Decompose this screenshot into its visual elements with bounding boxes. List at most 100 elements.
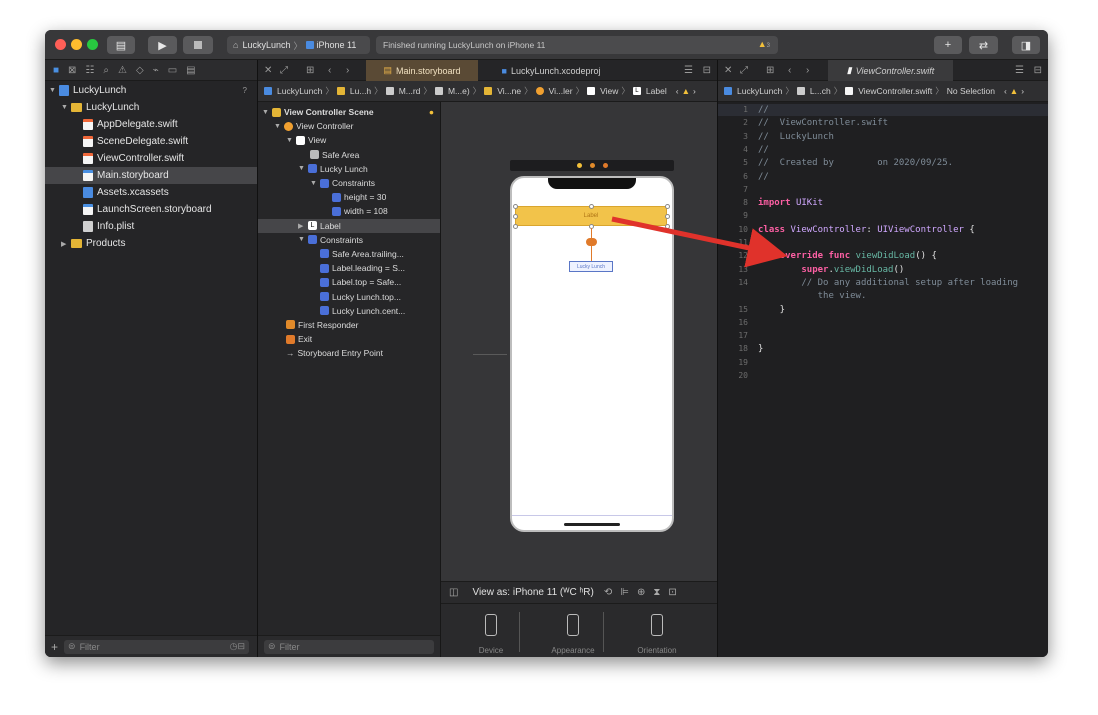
tab-main-storyboard[interactable]: ▤ Main.storyboard <box>366 60 478 81</box>
storyboard-canvas[interactable]: Label Lucky Lunch ◫ View as: iPhone 11 (… <box>441 102 717 657</box>
add-constraints-icon[interactable]: ⊕ <box>637 587 645 598</box>
warning-icon[interactable]: ▲ <box>1010 86 1018 96</box>
breadcrumb-item[interactable]: Vi...ler <box>549 86 573 96</box>
warning-badge[interactable]: ▲3 <box>758 39 770 49</box>
breadcrumb-item[interactable]: No Selection <box>947 86 995 96</box>
outline-item-first-responder[interactable]: First Responder <box>258 318 440 332</box>
file-row[interactable]: SceneDelegate.swift <box>45 133 257 150</box>
symbol-icon[interactable]: ☷ <box>85 65 94 76</box>
resize-handle[interactable] <box>665 214 670 219</box>
outline-item-constraint[interactable]: height = 30 <box>258 190 440 204</box>
outline-item-lucky-lunch[interactable]: ▼ Lucky Lunch <box>258 162 440 176</box>
breadcrumb-item[interactable]: LuckyLunch <box>737 86 782 96</box>
folder-row[interactable]: ▶ Products <box>45 235 257 252</box>
outline-item-safe-area[interactable]: Safe Area <box>258 148 440 162</box>
close-editor-icon[interactable]: ✕ <box>724 65 732 76</box>
label-element[interactable]: Label <box>515 206 667 226</box>
file-row[interactable]: Info.plist <box>45 218 257 235</box>
align-icon[interactable]: ⊫ <box>620 587 629 598</box>
disclosure-open-icon[interactable]: ▼ <box>61 104 69 111</box>
tab-xcodeproj[interactable]: ■ LuckyLunch.xcodeproj <box>486 60 616 81</box>
forward-icon[interactable]: › <box>806 65 809 76</box>
navigator-toggle-button[interactable]: ▤ <box>107 36 135 54</box>
add-icon[interactable]: + <box>51 640 58 654</box>
disclosure-open-icon[interactable]: ▼ <box>49 87 57 94</box>
adjust-editor-icon[interactable]: ☰ <box>1015 65 1024 76</box>
code-review-button[interactable]: ⇄ <box>969 36 998 54</box>
disclosure-open-icon[interactable]: ▼ <box>310 180 318 187</box>
outline-item-entry-point[interactable]: → Storyboard Entry Point <box>258 346 440 360</box>
resize-handle[interactable] <box>513 224 518 229</box>
split-editor-icon[interactable]: ⊟ <box>703 65 711 76</box>
resize-handle[interactable] <box>513 204 518 209</box>
project-row[interactable]: ▼ LuckyLunch ? <box>45 82 257 99</box>
resize-handle[interactable] <box>665 204 670 209</box>
outline-item-constraint[interactable]: width = 108 <box>258 204 440 218</box>
back-icon[interactable]: ‹ <box>328 65 331 76</box>
outline-item-scene[interactable]: ▼ View Controller Scene ● <box>258 105 440 119</box>
forward-icon[interactable]: › <box>346 65 349 76</box>
file-row[interactable]: AppDelegate.swift <box>45 116 257 133</box>
resize-handle[interactable] <box>513 214 518 219</box>
breadcrumb-item[interactable]: M...e) <box>448 86 470 96</box>
update-frames-icon[interactable]: ⟲ <box>604 587 612 598</box>
breadcrumb-item[interactable]: Vi...ne <box>497 86 521 96</box>
disclosure-closed-icon[interactable]: ▶ <box>298 222 306 230</box>
warning-icon[interactable]: ▲ <box>682 86 690 96</box>
expand-icon[interactable]: ⤢ <box>740 65 748 76</box>
breadcrumb-item[interactable]: L...ch <box>810 86 831 96</box>
disclosure-open-icon[interactable]: ▼ <box>298 236 306 243</box>
close-window-button[interactable] <box>55 39 66 50</box>
search-icon[interactable]: ⌕ <box>103 65 109 76</box>
appearance-option[interactable]: Appearance <box>533 608 613 656</box>
breadcrumb-item[interactable]: Label <box>646 86 667 96</box>
breakpoint-icon[interactable]: ▭ <box>168 65 177 76</box>
outline-item-constraint[interactable]: Safe Area.trailing... <box>258 247 440 261</box>
file-row-selected[interactable]: Main.storyboard <box>45 167 257 184</box>
chevron-left-icon[interactable]: ‹ <box>1004 86 1007 96</box>
breadcrumb-item[interactable]: ViewController.swift <box>858 86 932 96</box>
source-control-icon[interactable]: ⊠ <box>68 65 76 76</box>
expand-icon[interactable]: ⤢ <box>280 65 288 76</box>
zoom-window-button[interactable] <box>87 39 98 50</box>
disclosure-open-icon[interactable]: ▼ <box>298 165 306 172</box>
stop-button[interactable] <box>183 36 213 54</box>
run-button[interactable]: ▶ <box>148 36 177 54</box>
resolve-issues-icon[interactable]: ⧗ <box>653 587 660 598</box>
file-row[interactable]: Assets.xcassets <box>45 184 257 201</box>
warning-nav-icon[interactable]: ⚠ <box>118 65 127 76</box>
resize-handle[interactable] <box>589 204 594 209</box>
breadcrumb-item[interactable]: LuckyLunch <box>277 86 322 96</box>
outline-item-constraints[interactable]: ▼ Constraints <box>258 233 440 247</box>
breadcrumb-item[interactable]: View <box>600 86 618 96</box>
lucky-lunch-element[interactable]: Lucky Lunch <box>569 261 613 272</box>
iphone-scene[interactable]: Label Lucky Lunch <box>510 176 674 532</box>
disclosure-open-icon[interactable]: ▼ <box>262 109 270 116</box>
chevron-right-icon[interactable]: › <box>1021 86 1024 96</box>
entry-point-arrow[interactable] <box>473 354 507 355</box>
orientation-option[interactable]: Orientation <box>617 608 697 656</box>
scheme-selector[interactable]: ⌂ LuckyLunch 〉 iPhone 11 <box>227 36 370 54</box>
breadcrumb-item[interactable]: Lu...h <box>350 86 371 96</box>
outline-item-exit[interactable]: Exit <box>258 332 440 346</box>
navigator-filter-input[interactable]: ⊜ Filter ◷⊟ <box>64 639 250 654</box>
outline-item-label-selected[interactable]: ▶ L Label <box>258 218 440 233</box>
test-icon[interactable]: ◇ <box>136 65 144 76</box>
grid-icon[interactable]: ⊞ <box>766 65 774 76</box>
outline-item-view[interactable]: ▼ View <box>258 133 440 147</box>
breadcrumb-item[interactable]: M...rd <box>399 86 421 96</box>
file-row[interactable]: LaunchScreen.storyboard <box>45 201 257 218</box>
disclosure-closed-icon[interactable]: ▶ <box>61 240 69 248</box>
outline-item-constraints[interactable]: ▼ Constraints <box>258 176 440 190</box>
outline-item-constraint[interactable]: Label.leading = S... <box>258 261 440 275</box>
outline-item-view-controller[interactable]: ▼ View Controller <box>258 119 440 133</box>
disclosure-open-icon[interactable]: ▼ <box>274 123 282 130</box>
folder-row[interactable]: ▼ LuckyLunch <box>45 99 257 116</box>
code-jump-bar[interactable]: LuckyLunch 〉 L...ch 〉 ViewController.swift… <box>718 81 1048 102</box>
code-area[interactable]: 1 // 2 // ViewController.swift 3 // LuckyLunc… <box>718 102 1048 657</box>
outline-item-constraint[interactable]: Label.top = Safe... <box>258 275 440 289</box>
report-icon[interactable]: ▤ <box>186 65 195 76</box>
scene-dock[interactable] <box>510 160 674 171</box>
close-editor-icon[interactable]: ✕ <box>264 65 272 76</box>
recent-icon[interactable]: ◷⊟ <box>230 641 245 652</box>
